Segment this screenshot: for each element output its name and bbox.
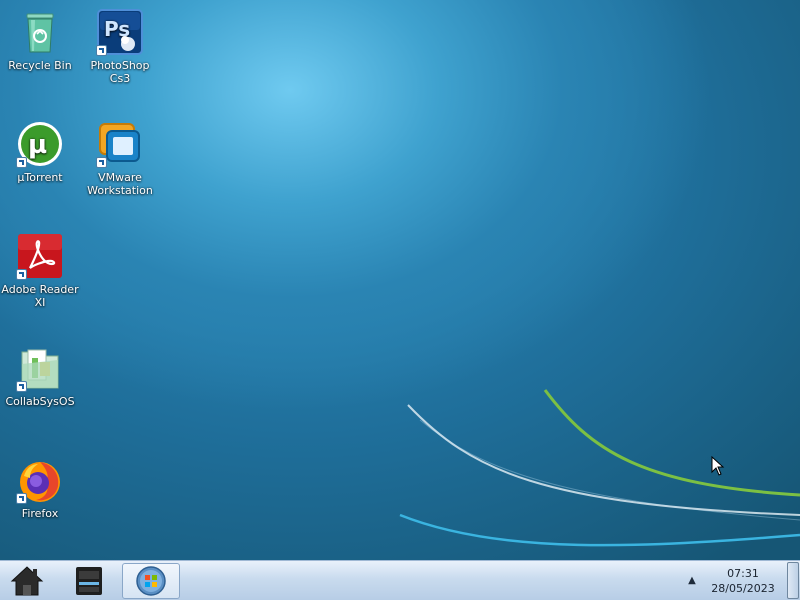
desktop-icon-label: CollabSysOS	[5, 395, 75, 408]
shortcut-arrow-icon	[96, 157, 107, 168]
desktop-icon-vmware[interactable]: VMware Workstation	[80, 120, 160, 197]
desktop-icon-label: Adobe Reader XI	[1, 283, 79, 309]
shortcut-arrow-icon	[16, 381, 27, 392]
svg-text:µ: µ	[28, 130, 47, 160]
system-clock[interactable]: 07:31 28/05/2023	[704, 566, 782, 596]
taskbar-file-manager-button[interactable]	[68, 563, 110, 599]
clock-time: 07:31	[727, 567, 759, 580]
show-hidden-icons-button[interactable]: ▲	[684, 573, 700, 589]
windows-start-orb-icon	[136, 566, 166, 596]
desktop-icon-label: Firefox	[21, 507, 59, 520]
desktop-icon-utorrent[interactable]: µ µTorrent	[0, 120, 80, 184]
desktop-icon-collabsysos[interactable]: CollabSysOS	[0, 344, 80, 408]
shortcut-arrow-icon	[96, 45, 107, 56]
taskbar: ▲ 07:31 28/05/2023	[0, 560, 800, 600]
desktop: Recycle Bin Ps PhotoShop Cs3 µ µTorrent	[0, 0, 800, 560]
taskbar-home-button[interactable]	[6, 563, 48, 599]
desktop-icon-recycle-bin[interactable]: Recycle Bin	[0, 8, 80, 72]
start-button[interactable]	[122, 563, 180, 599]
shortcut-arrow-icon	[16, 157, 27, 168]
home-icon	[10, 566, 44, 596]
desktop-icon-label: PhotoShop Cs3	[90, 59, 150, 85]
desktop-icon-label: VMware Workstation	[87, 171, 153, 197]
desktop-icon-firefox[interactable]: Firefox	[0, 456, 80, 520]
shortcut-arrow-icon	[16, 269, 27, 280]
shortcut-arrow-icon	[16, 493, 27, 504]
desktop-icon-adobe-reader[interactable]: Adobe Reader XI	[0, 232, 80, 309]
show-desktop-button[interactable]	[787, 562, 799, 599]
recycle-bin-icon	[26, 13, 54, 53]
desktop-icon-label: Recycle Bin	[8, 59, 72, 72]
clock-date: 28/05/2023	[711, 582, 775, 595]
mouse-pointer-icon	[711, 456, 725, 476]
desktop-icon-photoshop[interactable]: Ps PhotoShop Cs3	[80, 8, 160, 85]
file-manager-icon	[76, 567, 102, 595]
desktop-icon-label: µTorrent	[17, 171, 63, 184]
